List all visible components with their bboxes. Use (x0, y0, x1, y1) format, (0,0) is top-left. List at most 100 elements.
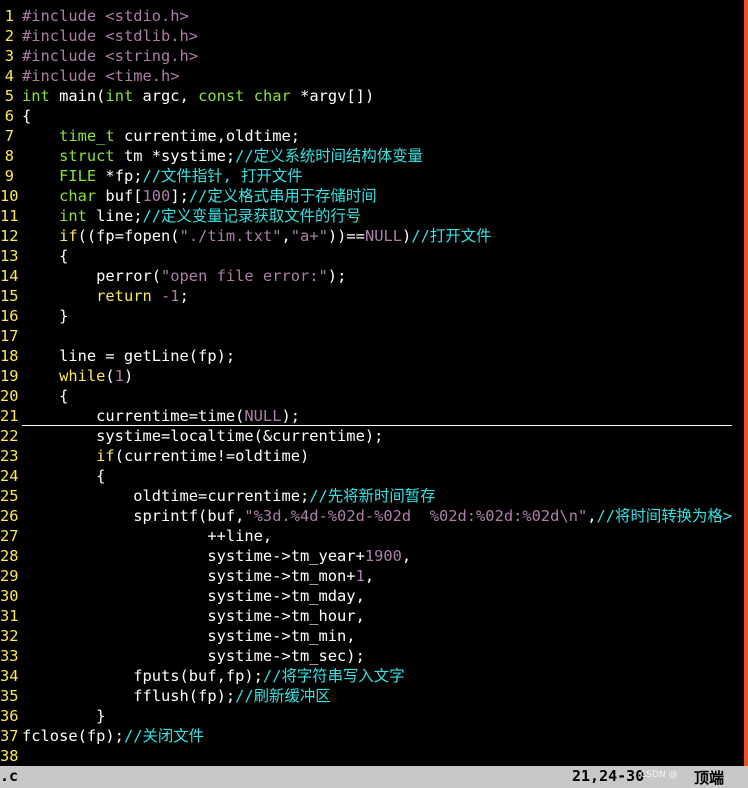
code-token: <stdio.h> (105, 7, 189, 25)
code-line[interactable]: 31 systime->tm_hour, (0, 606, 733, 626)
code-line[interactable]: 14 perror("open file error:"); (0, 266, 733, 286)
code-line[interactable]: 32 systime->tm_min, (0, 626, 733, 646)
code-text: #include <string.h> (22, 46, 733, 66)
code-line[interactable]: 20 { (0, 386, 733, 406)
code-token: line; (86, 207, 143, 225)
code-line[interactable]: 24 { (0, 466, 733, 486)
code-line[interactable]: 28 systime->tm_year+1900, (0, 546, 733, 566)
code-text: struct tm *systime;//定义系统时间结构体变量 (22, 146, 733, 166)
code-line[interactable]: 33 systime->tm_sec); (0, 646, 733, 666)
vim-statusline: 3.c 21,24-30 顶端 (0, 766, 748, 788)
code-line[interactable]: 38 (0, 746, 733, 766)
code-text: fputs(buf,fp);//将字符串写入文字 (22, 666, 733, 686)
code-token: ( (105, 367, 115, 385)
line-number: 12 (0, 227, 19, 245)
code-text: systime->tm_year+1900, (22, 546, 733, 566)
code-line[interactable]: 1 #include <stdio.h> (0, 6, 733, 26)
code-line[interactable]: 25 oldtime=currentime;//先将新时间暂存 (0, 486, 733, 506)
code-text: systime->tm_hour, (22, 606, 733, 626)
code-line[interactable]: 22 systime=localtime(&currentime); (0, 426, 733, 446)
code-text: systime->tm_min, (22, 626, 733, 646)
code-line[interactable]: 17 (0, 326, 733, 346)
line-number: 4 (4, 67, 14, 85)
code-line[interactable]: 11 int line;//定义变量记录获取文件的行号 (0, 206, 733, 226)
line-number: 23 (0, 447, 19, 465)
window-edge-accent (744, 0, 748, 766)
code-line[interactable]: 19 while(1) (0, 366, 733, 386)
code-line[interactable]: 36 } (0, 706, 733, 726)
code-line[interactable]: 13 { (0, 246, 733, 266)
code-text: char buf[100];//定义格式串用于存储时间 (22, 186, 733, 206)
line-number: 36 (0, 707, 19, 725)
code-line[interactable]: 37 fclose(fp);//关闭文件 (0, 726, 733, 746)
code-line[interactable]: 16 } (0, 306, 733, 326)
code-token: systime->tm_min, (22, 627, 356, 645)
code-token: if (59, 227, 78, 245)
line-number: 18 (0, 347, 19, 365)
code-token: line = getLine(fp); (22, 347, 236, 365)
code-token: //刷新缓冲区 (235, 687, 331, 705)
code-line[interactable]: 34 fputs(buf,fp);//将字符串写入文字 (0, 666, 733, 686)
code-text: systime->tm_mon+1, (22, 566, 733, 586)
code-line[interactable]: 26 sprintf(buf,"%3d.%4d-%02d-%02d %02d:%… (0, 506, 733, 526)
line-number: 28 (0, 547, 19, 565)
code-line[interactable]: 30 systime->tm_mday, (0, 586, 733, 606)
line-number: 1 (4, 7, 14, 25)
code-token: //先将新时间暂存 (309, 487, 436, 505)
code-token: oldtime=currentime; (22, 487, 310, 505)
code-token: ) (402, 227, 412, 245)
code-text: return -1; (22, 286, 733, 306)
status-cursor-position: 21,24-30 (572, 767, 645, 785)
code-token: fputs(buf,fp); (22, 667, 263, 685)
code-token: //关闭文件 (123, 727, 205, 745)
code-token: -1 (161, 287, 180, 305)
code-text: if(currentime!=oldtime) (22, 446, 733, 466)
code-line[interactable]: 9 FILE *fp;//文件指针, 打开文件 (0, 166, 733, 186)
code-line[interactable]: 23 if(currentime!=oldtime) (0, 446, 733, 466)
code-token: int (105, 87, 134, 105)
code-token: char (59, 187, 97, 205)
line-number: 10 (0, 187, 19, 205)
code-line[interactable]: 15 return -1; (0, 286, 733, 306)
code-token: #include (22, 7, 106, 25)
code-line[interactable]: 29 systime->tm_mon+1, (0, 566, 733, 586)
code-text: systime->tm_sec); (22, 646, 733, 666)
code-line[interactable]: 8 struct tm *systime;//定义系统时间结构体变量 (0, 146, 733, 166)
code-line[interactable]: 12 if((fp=fopen("./tim.txt","a+"))==NULL… (0, 226, 733, 246)
code-line[interactable]: 5 int main(int argc, const char *argv[]) (0, 86, 733, 106)
code-line[interactable]: 6{ (0, 106, 733, 126)
line-number: 5 (4, 87, 14, 105)
code-token: if (96, 447, 115, 465)
code-line[interactable]: 4 #include <time.h> (0, 66, 733, 86)
code-token: ((fp=fopen( (77, 227, 180, 245)
code-text: currentime=time(NULL); (22, 406, 733, 426)
code-token: } (22, 307, 69, 325)
code-token: //将字符串写入文字 (262, 667, 405, 685)
code-line[interactable]: 2 #include <stdlib.h> (0, 26, 733, 46)
line-number: 22 (0, 427, 19, 445)
code-token: systime->tm_sec); (22, 647, 365, 665)
vim-code-area[interactable]: 1 #include <stdio.h> 2 #include <stdlib.h> 3… (0, 6, 733, 766)
cursor-line-underline (22, 425, 732, 426)
code-line[interactable]: 7 time_t currentime,oldtime; (0, 126, 733, 146)
code-line[interactable]: 27 ++line, (0, 526, 733, 546)
code-token: ); (281, 407, 301, 425)
code-token: <string.h> (105, 47, 199, 65)
line-number: 25 (0, 487, 19, 505)
code-token: return (96, 287, 152, 305)
code-line[interactable]: 3 #include <string.h> (0, 46, 733, 66)
code-token: ) (123, 367, 134, 385)
code-token: sprintf(buf, (22, 507, 245, 525)
line-number: 8 (4, 147, 14, 165)
code-line[interactable]: 18 line = getLine(fp); (0, 346, 733, 366)
code-text: fclose(fp);//关闭文件 (22, 726, 733, 746)
code-line[interactable]: 21 currentime=time(NULL); (0, 406, 733, 426)
line-number: 33 (0, 647, 19, 665)
code-line[interactable]: 35 fflush(fp);//刷新缓冲区 (0, 686, 733, 706)
code-line[interactable]: 10 char buf[100];//定义格式串用于存储时间 (0, 186, 733, 206)
